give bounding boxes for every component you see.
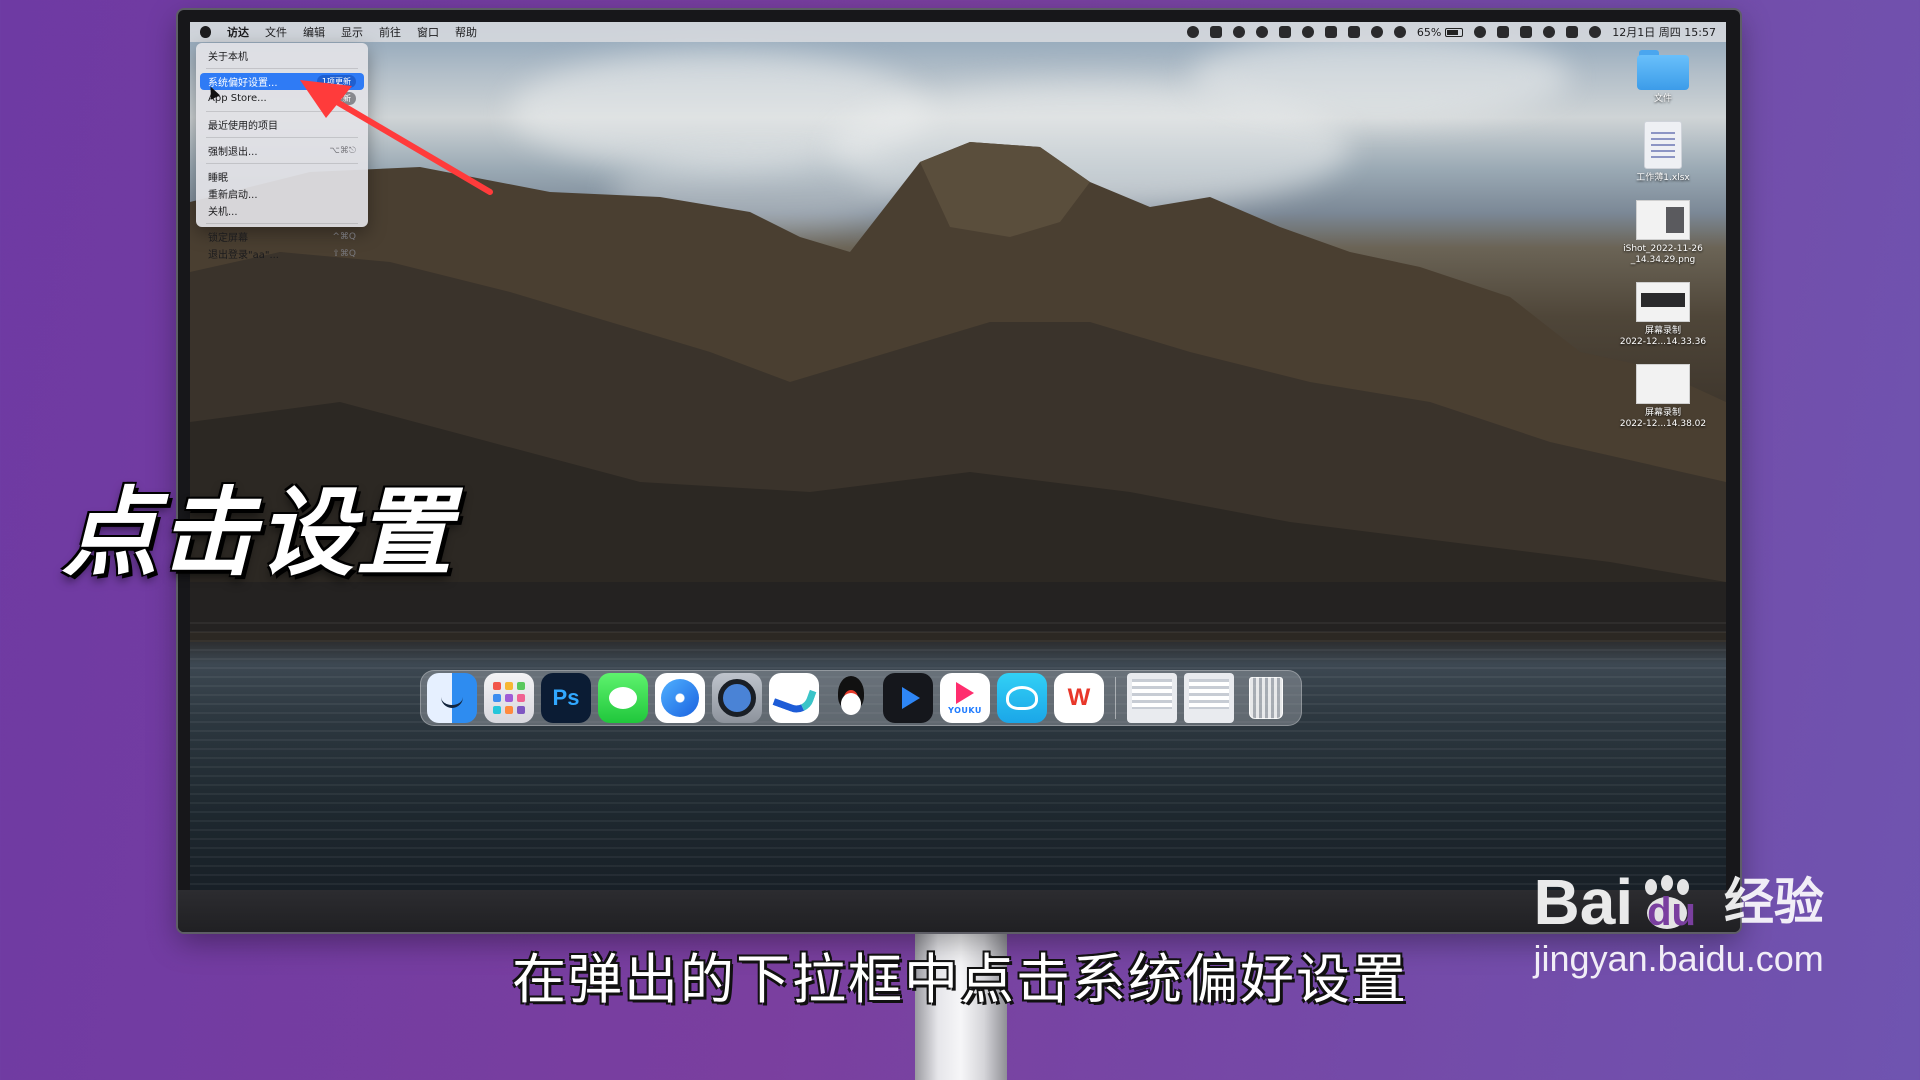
- menu-item-log-out[interactable]: 退出登录"aa"... ⇧⌘Q: [200, 245, 364, 262]
- spreadsheet-file-icon: [1644, 121, 1682, 169]
- menu-item-lock-screen[interactable]: 锁定屏幕 ^⌘Q: [200, 228, 364, 245]
- dock-photoshop-icon[interactable]: Ps: [541, 673, 591, 723]
- menu-help[interactable]: 帮助: [455, 24, 477, 40]
- dock-finder-icon[interactable]: [427, 673, 477, 723]
- tutorial-caption: 点击设置: [62, 477, 454, 589]
- record-status-icon[interactable]: [1186, 26, 1199, 38]
- menu-window[interactable]: 窗口: [417, 24, 439, 40]
- monitor: 访达 文件 编辑 显示 前往 窗口 帮助 65% 12月1日 周四 15:57 …: [178, 10, 1740, 932]
- dock-quicktime-icon[interactable]: [712, 673, 762, 723]
- image-file-icon: [1636, 200, 1690, 240]
- cloud-status-icon[interactable]: [1278, 26, 1291, 38]
- dock-wps-icon[interactable]: W: [1054, 673, 1104, 723]
- battery-percent: 65%: [1416, 25, 1442, 39]
- menu-item-about-this-mac[interactable]: 关于本机: [200, 47, 364, 64]
- wallpaper-water: [190, 622, 1726, 890]
- dock-launchpad-icon[interactable]: [484, 673, 534, 723]
- desktop-screen[interactable]: 访达 文件 编辑 显示 前往 窗口 帮助 65% 12月1日 周四 15:57 …: [190, 22, 1726, 890]
- extension-status-icon[interactable]: [1232, 26, 1245, 38]
- red-arrow-annotation: [300, 80, 493, 195]
- menu-bar-clock[interactable]: 12月1日 周四 15:57: [1612, 24, 1716, 40]
- menu-separator: [206, 68, 358, 69]
- desktop-icons: 文件 工作薄1.xlsx iShot_2022-11-26 _14.34.29.p…: [1608, 50, 1718, 446]
- dock-safari-icon[interactable]: [655, 673, 705, 723]
- apple-logo-icon[interactable]: [200, 26, 211, 38]
- input-method-icon[interactable]: [1520, 26, 1533, 38]
- desktop-item-screen-recording-2[interactable]: 屏幕录制 2022-12...14.38.02: [1608, 364, 1718, 430]
- battery-icon: [1445, 27, 1464, 37]
- desktop-item-screen-recording-1[interactable]: 屏幕录制 2022-12...14.33.36: [1608, 282, 1718, 348]
- dock-minimized-window-1[interactable]: [1127, 673, 1177, 723]
- menu-file[interactable]: 文件: [265, 24, 287, 40]
- user-status-icon[interactable]: [1370, 26, 1383, 38]
- menu-go[interactable]: 前往: [379, 24, 401, 40]
- menu-edit[interactable]: 编辑: [303, 24, 325, 40]
- menu-separator: [206, 223, 358, 224]
- watermark-brand-cn: 经验: [1724, 873, 1824, 931]
- dock-video-player-icon[interactable]: [883, 673, 933, 723]
- watermark-brand: Bai: [1533, 866, 1634, 938]
- dock-qq-penguin-icon[interactable]: [826, 673, 876, 723]
- siri-icon[interactable]: [1589, 26, 1602, 38]
- dock-divider: [1115, 677, 1116, 719]
- dock-feishu-icon[interactable]: [769, 673, 819, 723]
- battery-level: [1447, 29, 1458, 35]
- desktop-item-folder[interactable]: 文件: [1608, 50, 1718, 105]
- video-file-icon: [1636, 364, 1690, 404]
- dock: Ps YOUKU W: [420, 670, 1302, 726]
- lightning-status-icon[interactable]: [1347, 26, 1360, 38]
- watermark-url: jingyan.baidu.com: [1533, 938, 1824, 979]
- control-center-icon[interactable]: [1566, 26, 1579, 38]
- image-status-icon[interactable]: [1497, 26, 1510, 38]
- dock-minimized-window-2[interactable]: [1184, 673, 1234, 723]
- shortcut-hint: ^⌘Q: [332, 231, 356, 242]
- text-status-icon[interactable]: [1324, 26, 1337, 38]
- video-file-icon: [1636, 282, 1690, 322]
- dock-trash-icon[interactable]: [1241, 673, 1291, 723]
- dock-messages-icon[interactable]: [598, 673, 648, 723]
- dock-crab-app-icon[interactable]: [997, 673, 1047, 723]
- watermark-brand-du: du: [1647, 890, 1696, 934]
- folder-icon: [1637, 50, 1689, 90]
- wps-status-icon[interactable]: [1209, 26, 1222, 38]
- menu-app-name[interactable]: 访达: [227, 24, 249, 40]
- notification-bell-icon[interactable]: [1255, 26, 1268, 38]
- monitor-bezel: [178, 890, 1740, 932]
- spotlight-search-icon[interactable]: [1543, 26, 1556, 38]
- wifi-icon[interactable]: [1474, 26, 1487, 38]
- desktop-item-spreadsheet[interactable]: 工作薄1.xlsx: [1608, 121, 1718, 184]
- baidu-jingyan-watermark: Bai du 经验 jingyan.baidu.com: [1534, 870, 1824, 980]
- menu-bar: 访达 文件 编辑 显示 前往 窗口 帮助 65% 12月1日 周四 15:57: [190, 22, 1726, 42]
- shortcut-hint: ⇧⌘Q: [332, 248, 356, 259]
- dock-youku-icon[interactable]: YOUKU: [940, 673, 990, 723]
- gear-status-icon[interactable]: [1301, 26, 1314, 38]
- battery-indicator[interactable]: 65%: [1416, 25, 1464, 39]
- desktop-item-screenshot[interactable]: iShot_2022-11-26 _14.34.29.png: [1608, 200, 1718, 266]
- menu-view[interactable]: 显示: [341, 24, 363, 40]
- menu-item-shutdown[interactable]: 关机...: [200, 202, 364, 219]
- bluetooth-icon[interactable]: [1393, 26, 1406, 38]
